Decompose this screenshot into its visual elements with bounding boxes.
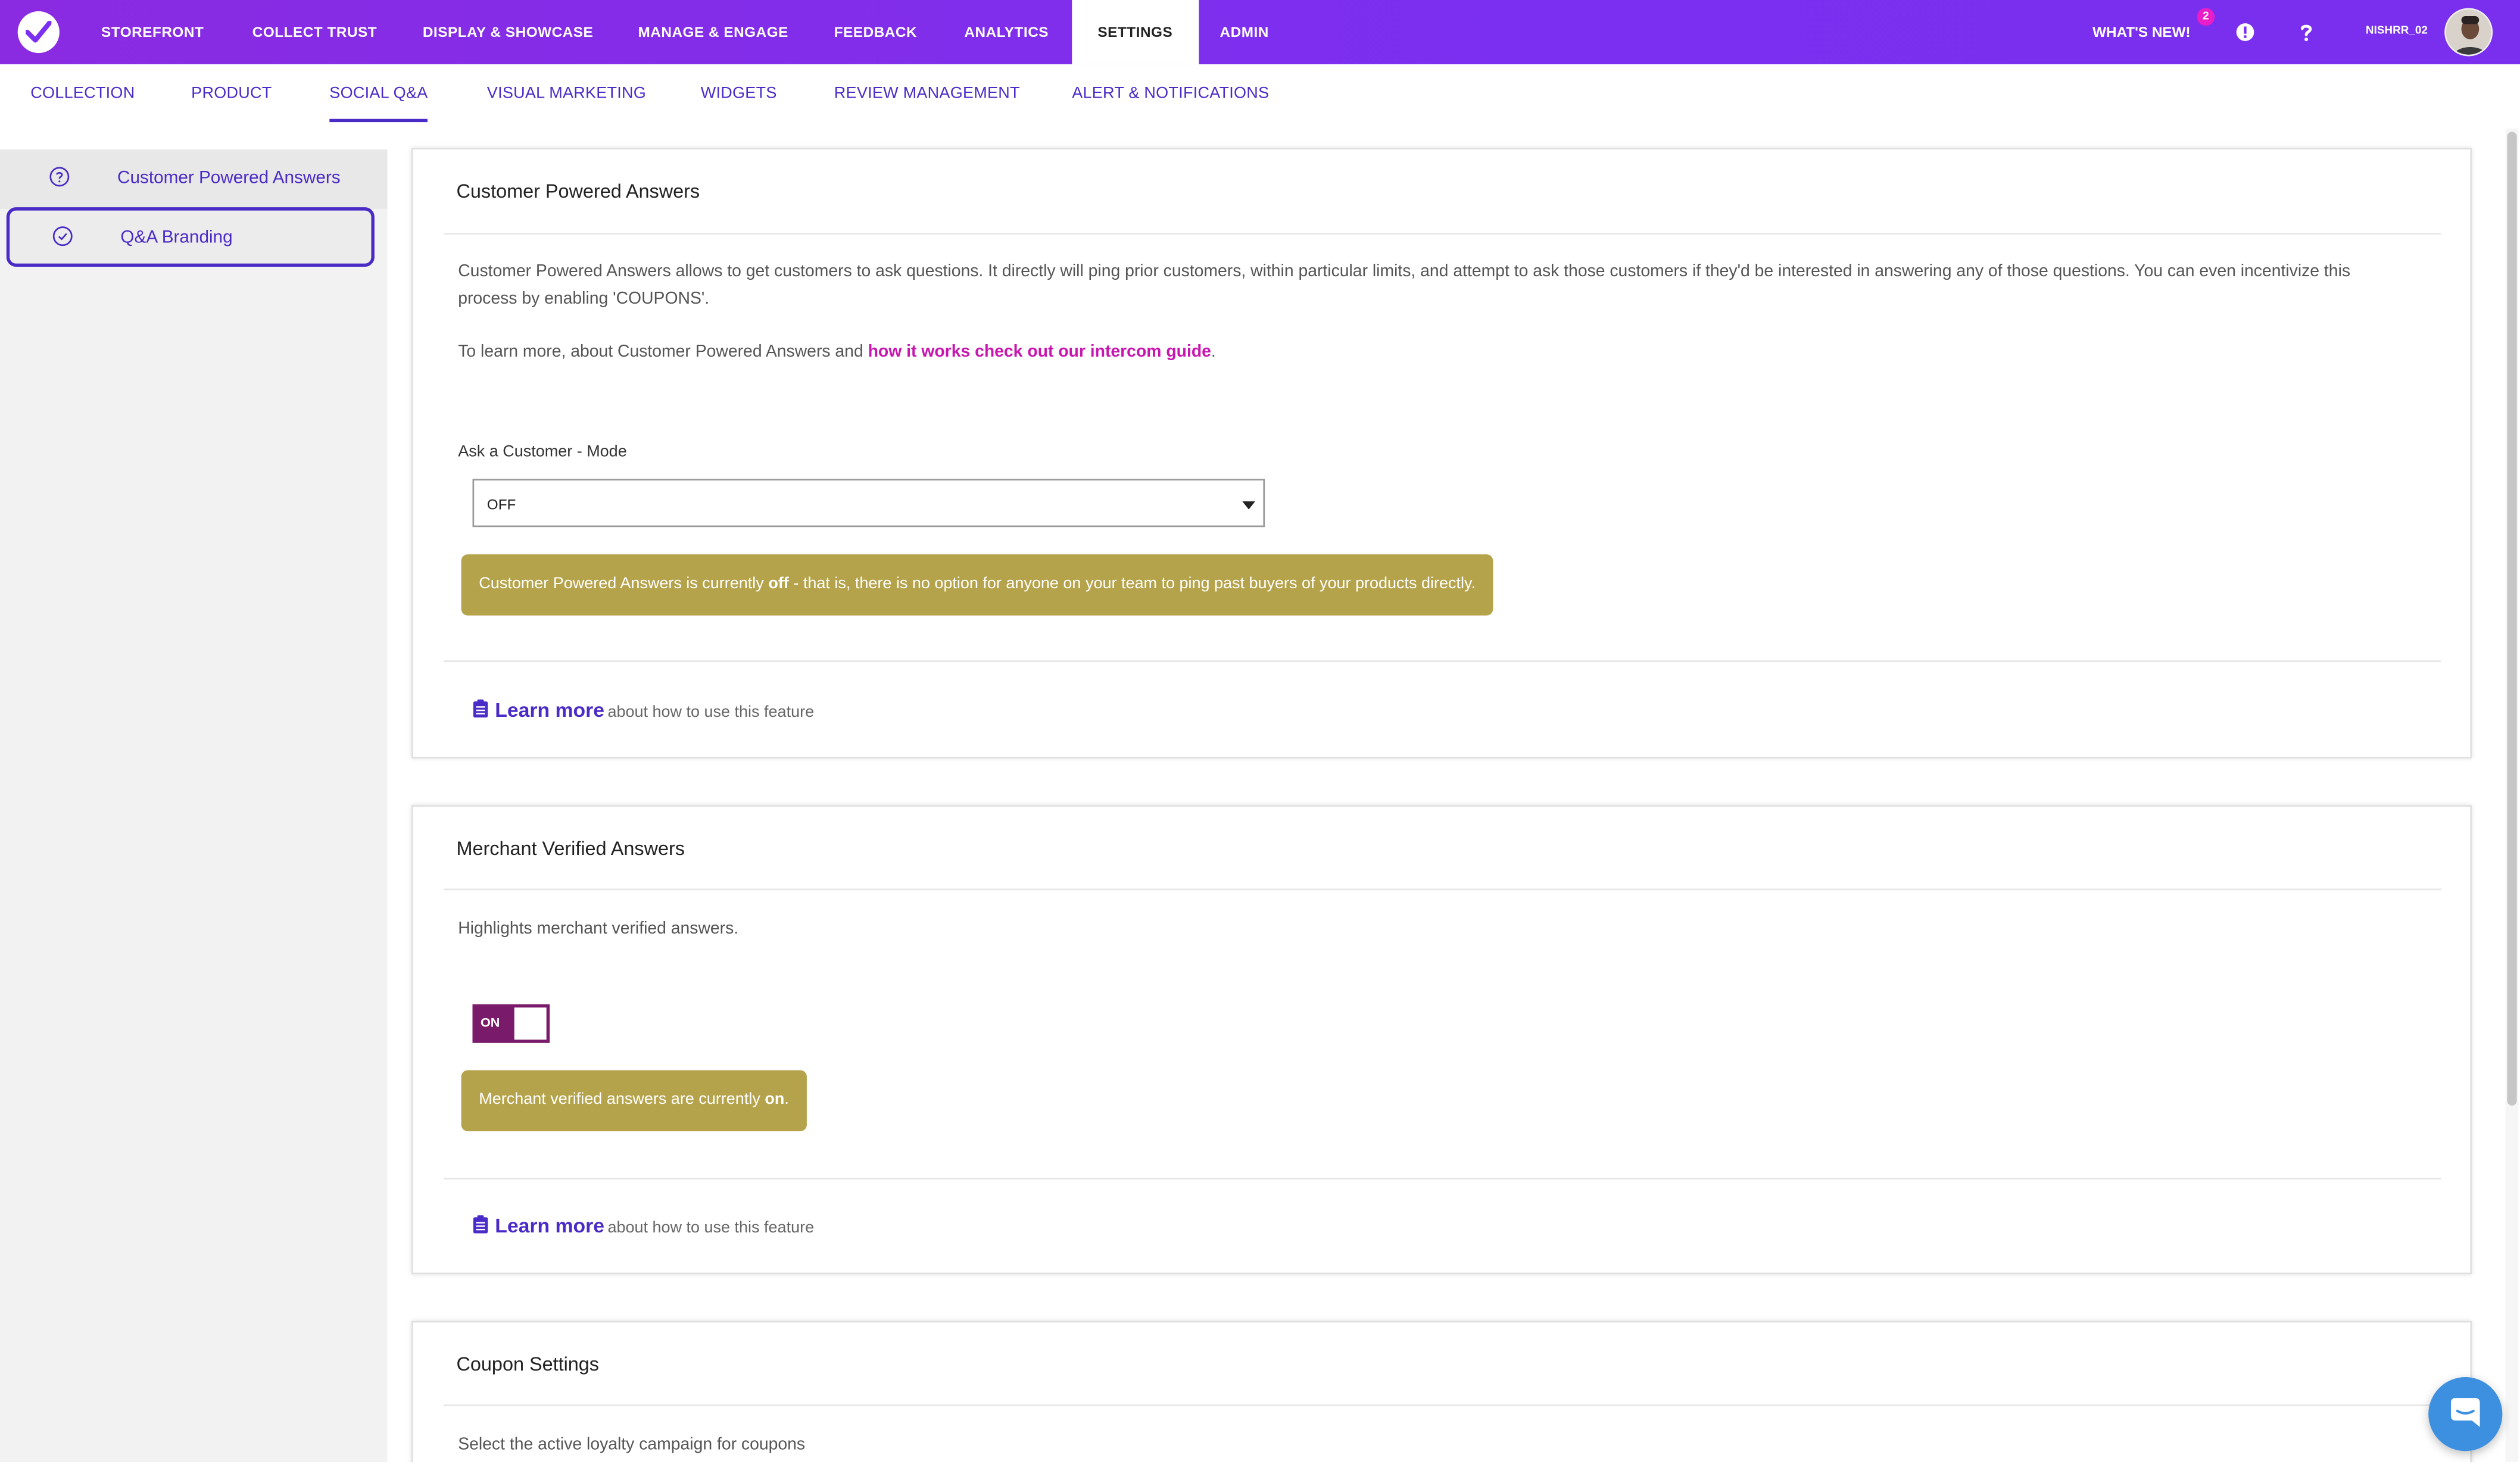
customer-powered-answers-card: Customer Powered Answers Customer Powere… — [411, 148, 2472, 759]
toggle-knob — [514, 1007, 547, 1040]
select-value: OFF — [486, 496, 516, 513]
learn-more-rest: about how to use this feature — [607, 704, 815, 722]
sidebar-item-label: Customer Powered Answers — [117, 168, 341, 188]
help-icon[interactable] — [2295, 21, 2318, 43]
mva-status-notice: Merchant verified answers are currently … — [461, 1070, 807, 1132]
card-title: Customer Powered Answers — [456, 180, 700, 203]
sidebar-item-qa-branding[interactable]: Q&A Branding — [6, 207, 375, 267]
coupon-settings-card: Coupon Settings Select the active loyalt… — [411, 1321, 2472, 1463]
learn-suffix-text: . — [1211, 342, 1216, 362]
divider — [443, 1404, 2441, 1406]
nav-manage-engage[interactable]: MANAGE & ENGAGE — [638, 0, 788, 64]
clipboard-icon — [473, 699, 488, 718]
card-title: Merchant Verified Answers — [456, 837, 685, 860]
mva-learn-more[interactable]: Learn more about how to use this feature — [473, 1215, 815, 1238]
card-title: Coupon Settings — [456, 1353, 600, 1376]
notice-strong: off — [768, 575, 789, 593]
clipboard-icon — [473, 1215, 488, 1234]
mva-description: Highlights merchant verified answers. — [458, 919, 739, 939]
cpa-status-notice: Customer Powered Answers is currently of… — [461, 554, 1493, 616]
top-navigation: STOREFRONT COLLECT TRUST DISPLAY & SHOWC… — [0, 0, 2520, 64]
logo-icon[interactable] — [17, 11, 60, 54]
app-root: STOREFRONT COLLECT TRUST DISPLAY & SHOWC… — [0, 0, 2520, 1463]
notice-suffix: . — [784, 1091, 789, 1109]
learn-more-link[interactable]: Learn more — [495, 699, 604, 722]
nav-storefront[interactable]: STOREFRONT — [101, 0, 204, 64]
divider — [443, 888, 2441, 891]
learn-more-rest: about how to use this feature — [607, 1219, 815, 1238]
notice-strong: on — [765, 1091, 785, 1109]
notice-prefix: Customer Powered Answers is currently — [479, 575, 769, 593]
check-circle-icon — [52, 226, 73, 246]
coupon-description: Select the active loyalty campaign for c… — [458, 1435, 806, 1454]
sidebar-item-customer-powered-answers[interactable]: Customer Powered Answers — [0, 149, 388, 209]
chevron-down-icon — [1242, 501, 1255, 510]
nav-display-showcase[interactable]: DISPLAY & SHOWCASE — [423, 0, 593, 64]
intercom-guide-link[interactable]: how it works check out our intercom guid… — [868, 342, 1211, 361]
notification-badge: 2 — [2197, 8, 2215, 26]
scrollbar[interactable] — [2505, 128, 2519, 1463]
nav-admin[interactable]: ADMIN — [1220, 0, 1269, 64]
toggle-label: ON — [481, 1015, 500, 1031]
tab-visual-marketing[interactable]: VISUAL MARKETING — [487, 85, 646, 103]
tab-collection[interactable]: COLLECTION — [30, 85, 135, 103]
nav-collect-trust[interactable]: COLLECT TRUST — [252, 0, 377, 64]
tab-widgets[interactable]: WIDGETS — [701, 85, 777, 103]
username[interactable]: NISHRR_02 — [2366, 0, 2428, 64]
divider — [443, 233, 2441, 235]
ask-customer-mode-select[interactable]: OFF — [472, 479, 1265, 528]
sidebar: Customer Powered Answers Q&A Branding — [0, 149, 388, 1463]
learn-prefix-text: To learn more, about Customer Powered An… — [458, 342, 868, 362]
cpa-description: Customer Powered Answers allows to get c… — [458, 261, 2351, 309]
settings-subnav: COLLECTION PRODUCT SOCIAL Q&A VISUAL MAR… — [0, 64, 2520, 129]
tab-review-management[interactable]: REVIEW MANAGEMENT — [834, 85, 1020, 103]
question-circle-icon — [49, 167, 70, 187]
divider — [443, 1178, 2441, 1180]
merchant-verified-answers-card: Merchant Verified Answers Highlights mer… — [411, 805, 2472, 1275]
alert-icon[interactable] — [2234, 21, 2257, 43]
divider — [443, 660, 2441, 662]
merchant-verified-toggle[interactable]: ON — [472, 1004, 550, 1043]
ask-customer-mode-label: Ask a Customer - Mode — [458, 443, 627, 461]
notice-suffix: - that is, there is no option for anyone… — [788, 575, 1476, 593]
tab-social-qa[interactable]: SOCIAL Q&A — [329, 85, 428, 123]
avatar[interactable] — [2444, 8, 2493, 57]
nav-feedback[interactable]: FEEDBACK — [834, 0, 917, 64]
tab-product[interactable]: PRODUCT — [191, 85, 272, 103]
tab-alert-notifications[interactable]: ALERT & NOTIFICATIONS — [1072, 85, 1269, 103]
nav-analytics[interactable]: ANALYTICS — [964, 0, 1049, 64]
cpa-learn-more[interactable]: Learn more about how to use this feature — [473, 699, 815, 722]
nav-settings[interactable]: SETTINGS — [1072, 0, 1199, 64]
learn-more-link[interactable]: Learn more — [495, 1215, 604, 1237]
sidebar-item-label: Q&A Branding — [120, 228, 233, 248]
chat-launcher-button[interactable] — [2428, 1377, 2503, 1452]
whats-new-link[interactable]: WHAT'S NEW! — [2092, 0, 2191, 64]
cpa-learn-paragraph: To learn more, about Customer Powered An… — [458, 339, 2371, 366]
scroll-thumb[interactable] — [2507, 132, 2517, 1106]
chat-icon — [2450, 1398, 2480, 1427]
notice-prefix: Merchant verified answers are currently — [479, 1091, 765, 1109]
